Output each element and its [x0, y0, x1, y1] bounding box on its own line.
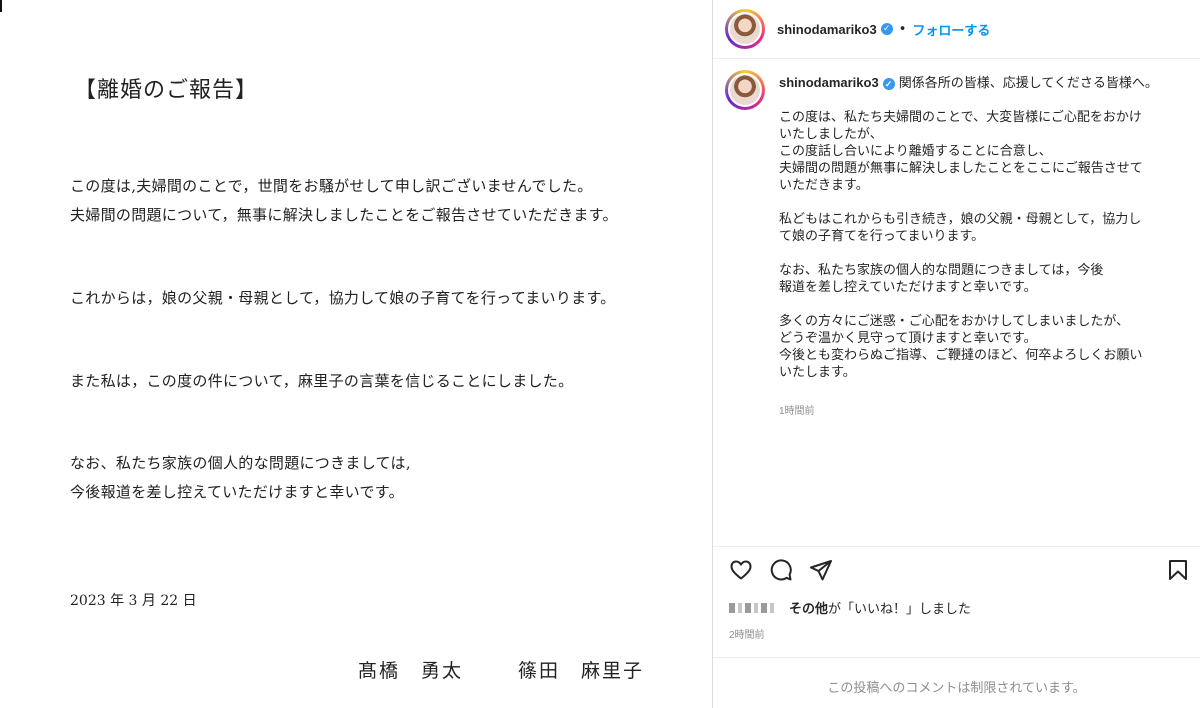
redacted-username	[729, 602, 777, 613]
heart-icon[interactable]	[729, 558, 753, 582]
follow-button[interactable]: フォローする	[912, 20, 990, 39]
document-line: 今後報道を差し控えていただけますと幸いです。	[70, 483, 404, 501]
document-line: また私は，この度の件について，麻里子の言葉を信じることにしました。	[70, 372, 574, 390]
avatar[interactable]	[725, 9, 765, 49]
share-icon[interactable]	[809, 558, 833, 582]
edge-mark	[0, 0, 2, 12]
caption-first-line: 関係各所の皆様、応援してくださる皆様へ。	[898, 75, 1158, 90]
separator-dot: •	[898, 21, 907, 37]
verified-badge-icon: ✓	[882, 77, 895, 90]
likes-others-link[interactable]: その他	[789, 598, 828, 617]
likes-summary: その他 が「いいね！」しました	[729, 598, 971, 617]
caption-header: shinodamariko3 ✓ 関係各所の皆様、応援してくださる皆様へ。	[779, 72, 1158, 91]
divider	[713, 546, 1200, 547]
post-image: 【離婚のご報告】 この度は,夫婦間のことで，世間をお騒がせして申し訳ございません…	[0, 0, 712, 708]
comments-restricted-notice: この投稿へのコメントは制限されています。	[827, 680, 1086, 695]
action-bar	[729, 558, 1189, 584]
post-sidebar: shinodamariko3 ✓ • フォローする shinodamariko3…	[712, 0, 1200, 708]
document-paragraph: なお、私たち家族の個人的な問題につきましては, 今後報道を差し控えていただけます…	[70, 449, 411, 507]
verified-badge-icon: ✓	[880, 23, 893, 35]
likes-suffix: が「いいね！」しました	[828, 601, 972, 616]
username-link[interactable]: shinodamariko3	[777, 22, 877, 37]
avatar[interactable]	[725, 70, 765, 110]
comment-icon[interactable]	[769, 558, 793, 582]
divider	[713, 657, 1200, 658]
post-timestamp[interactable]: 2時間前	[729, 626, 765, 641]
signature-name: 髙橋 勇太	[358, 660, 464, 682]
username-link[interactable]: shinodamariko3	[779, 75, 879, 90]
avatar-photo	[728, 73, 762, 107]
document-date: 2023 年 3 月 22 日	[70, 593, 197, 609]
bookmark-icon[interactable]	[1166, 558, 1190, 582]
document-line: なお、私たち家族の個人的な問題につきましては,	[70, 454, 411, 472]
caption-text: この度は、私たち夫婦間のことで、大変皆様にご心配をおかけ いたしましたが、 この…	[779, 109, 1143, 379]
document-paragraph: また私は，この度の件について，麻里子の言葉を信じることにしました。	[70, 367, 573, 396]
document-line: この度は,夫婦間のことで，世間をお騒がせして申し訳ございませんでした。	[70, 177, 593, 195]
document-line: 夫婦間の問題について，無事に解決しましたことをご報告させていただきます。	[70, 206, 618, 224]
document-paragraph: これからは，娘の父親・母親として，協力して娘の子育てを行ってまいります。	[70, 284, 616, 313]
avatar-photo	[728, 12, 762, 46]
post-header: shinodamariko3 ✓ • フォローする	[713, 0, 1200, 59]
document-line: これからは，娘の父親・母親として，協力して娘の子育てを行ってまいります。	[70, 289, 616, 307]
caption-timestamp[interactable]: 1時間前	[779, 402, 815, 417]
document-paragraph: この度は,夫婦間のことで，世間をお騒がせして申し訳ございませんでした。 夫婦間の…	[70, 172, 618, 230]
signature-name: 篠田 麻里子	[518, 660, 645, 682]
document-title: 【離婚のご報告】	[74, 78, 259, 103]
